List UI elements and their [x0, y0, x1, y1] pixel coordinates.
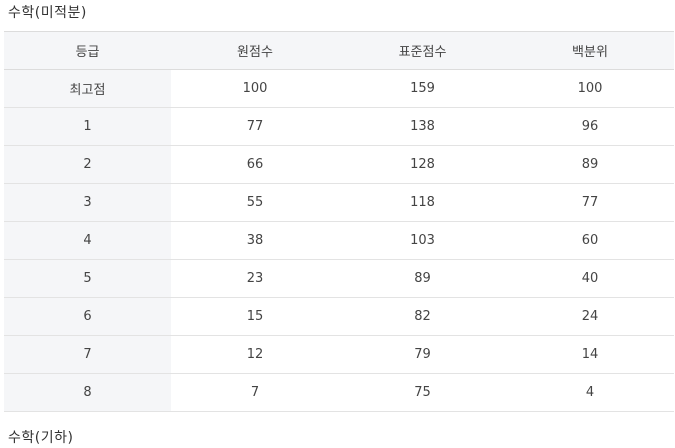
cell-percentile: 14 — [506, 335, 674, 374]
cell-grade: 최고점 — [4, 69, 171, 108]
cell-percentile: 96 — [506, 107, 674, 146]
header-standard-score: 표준점수 — [339, 31, 506, 70]
cell-standard-score: 79 — [339, 335, 506, 374]
cell-percentile: 40 — [506, 259, 674, 298]
table-row: 최고점 100 159 100 — [4, 69, 674, 108]
cell-grade: 2 — [4, 145, 171, 184]
header-percentile: 백분위 — [506, 31, 674, 70]
cell-percentile: 89 — [506, 145, 674, 184]
cell-raw-score: 38 — [171, 221, 339, 260]
table-row: 7 12 79 14 — [4, 335, 674, 374]
cell-standard-score: 138 — [339, 107, 506, 146]
cell-raw-score: 100 — [171, 69, 339, 108]
cell-raw-score: 7 — [171, 373, 339, 412]
cell-standard-score: 75 — [339, 373, 506, 412]
cell-standard-score: 128 — [339, 145, 506, 184]
table-row: 3 55 118 77 — [4, 183, 674, 222]
header-raw-score: 원점수 — [171, 31, 339, 70]
cell-raw-score: 23 — [171, 259, 339, 298]
cell-grade: 7 — [4, 335, 171, 374]
cell-standard-score: 159 — [339, 69, 506, 108]
table-row: 2 66 128 89 — [4, 145, 674, 184]
section-title: 수학(미적분) — [8, 5, 87, 21]
table-row: 4 38 103 60 — [4, 221, 674, 260]
next-section-title: 수학(기하) — [8, 430, 74, 446]
cell-percentile: 100 — [506, 69, 674, 108]
cell-grade: 5 — [4, 259, 171, 298]
cell-raw-score: 77 — [171, 107, 339, 146]
cell-standard-score: 89 — [339, 259, 506, 298]
cell-grade: 8 — [4, 373, 171, 412]
cell-grade: 4 — [4, 221, 171, 260]
table-row: 6 15 82 24 — [4, 297, 674, 336]
cell-raw-score: 66 — [171, 145, 339, 184]
cell-grade: 3 — [4, 183, 171, 222]
cell-percentile: 60 — [506, 221, 674, 260]
cell-grade: 1 — [4, 107, 171, 146]
cell-standard-score: 118 — [339, 183, 506, 222]
cell-standard-score: 82 — [339, 297, 506, 336]
cell-raw-score: 12 — [171, 335, 339, 374]
cell-percentile: 4 — [506, 373, 674, 412]
cell-raw-score: 55 — [171, 183, 339, 222]
header-grade: 등급 — [4, 31, 171, 70]
cell-raw-score: 15 — [171, 297, 339, 336]
table-row: 8 7 75 4 — [4, 373, 674, 412]
cell-percentile: 24 — [506, 297, 674, 336]
table-header-row: 등급 원점수 표준점수 백분위 — [4, 31, 674, 70]
table-row: 1 77 138 96 — [4, 107, 674, 146]
table-row: 5 23 89 40 — [4, 259, 674, 298]
cell-percentile: 77 — [506, 183, 674, 222]
cell-standard-score: 103 — [339, 221, 506, 260]
cell-grade: 6 — [4, 297, 171, 336]
score-table: 등급 원점수 표준점수 백분위 최고점 100 159 100 1 77 138… — [4, 31, 674, 412]
